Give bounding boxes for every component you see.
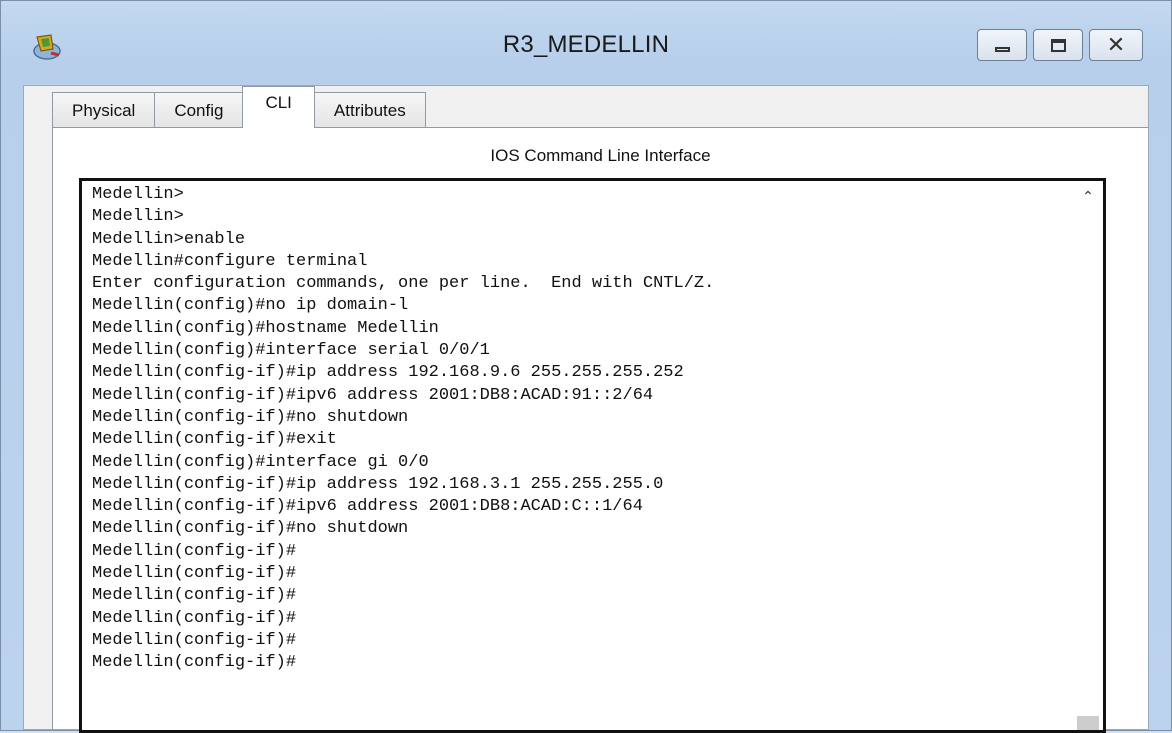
cli-line: Medellin(config-if)#	[92, 564, 297, 584]
maximize-button[interactable]	[1033, 29, 1083, 61]
window-client-area: Physical Config CLI Attributes IOS Comma…	[23, 85, 1149, 733]
title-bar[interactable]: R3_MEDELLIN ✕	[1, 1, 1171, 85]
cli-line: Medellin(config-if)#	[92, 630, 297, 650]
minimize-button[interactable]	[977, 29, 1027, 61]
cli-line: Medellin(config-if)#no shutdown	[92, 407, 409, 427]
cli-heading: IOS Command Line Interface	[490, 146, 711, 165]
tab-config[interactable]: Config	[154, 92, 244, 128]
tab-cli[interactable]: CLI	[242, 86, 315, 128]
scroll-up-icon[interactable]: ⌃	[1079, 189, 1097, 205]
cli-line: Medellin(config-if)#ip address 192.168.9…	[92, 363, 684, 383]
cli-line: Medellin(config-if)#	[92, 608, 297, 628]
minimize-icon	[995, 47, 1010, 52]
close-icon: ✕	[1106, 33, 1126, 58]
cli-line: Medellin(config-if)#	[92, 541, 297, 561]
cli-line: Medellin(config)#hostname Medellin	[92, 318, 439, 338]
cli-line: Medellin(config-if)#no shutdown	[92, 519, 409, 539]
cli-line: Medellin(config-if)#exit	[92, 430, 337, 450]
cli-line: Medellin#configure terminal	[92, 251, 368, 271]
cli-line: Medellin(config)#interface gi 0/0	[92, 452, 429, 472]
cli-line: Enter configuration commands, one per li…	[92, 274, 715, 294]
close-button[interactable]: ✕	[1089, 29, 1143, 61]
cli-line: Medellin>enable	[92, 229, 246, 249]
tab-attributes[interactable]: Attributes	[313, 92, 426, 128]
cli-line: Medellin(config-if)#ipv6 address 2001:DB…	[92, 497, 643, 517]
cli-line: Medellin>	[92, 207, 184, 227]
vertical-scrollbar[interactable]: ⌃	[1073, 181, 1103, 730]
scroll-thumb[interactable]	[1077, 716, 1099, 730]
device-window: R3_MEDELLIN ✕ Physical Config CLI Attrib…	[0, 0, 1172, 733]
cli-line: Medellin>	[92, 185, 184, 204]
cli-panel: IOS Command Line Interface Medellin> Mede…	[52, 127, 1148, 733]
cli-output[interactable]: Medellin> Medellin> Medellin>enable Medelli…	[92, 184, 1063, 675]
window-controls: ✕	[977, 29, 1143, 63]
cli-line: Medellin(config-if)#	[92, 653, 297, 673]
tab-physical[interactable]: Physical	[52, 92, 156, 128]
cli-line: Medellin(config-if)#	[92, 586, 297, 606]
cli-line: Medellin(config)#no ip domain-l	[92, 296, 409, 316]
cli-line: Medellin(config-if)#ip address 192.168.3…	[92, 474, 664, 494]
cli-line: Medellin(config-if)#ipv6 address 2001:DB…	[92, 385, 654, 405]
tab-bar: Physical Config CLI Attributes	[52, 86, 426, 128]
cli-terminal[interactable]: Medellin> Medellin> Medellin>enable Medelli…	[79, 178, 1106, 733]
cli-line: Medellin(config)#interface serial 0/0/1	[92, 341, 490, 361]
maximize-icon	[1051, 39, 1066, 52]
